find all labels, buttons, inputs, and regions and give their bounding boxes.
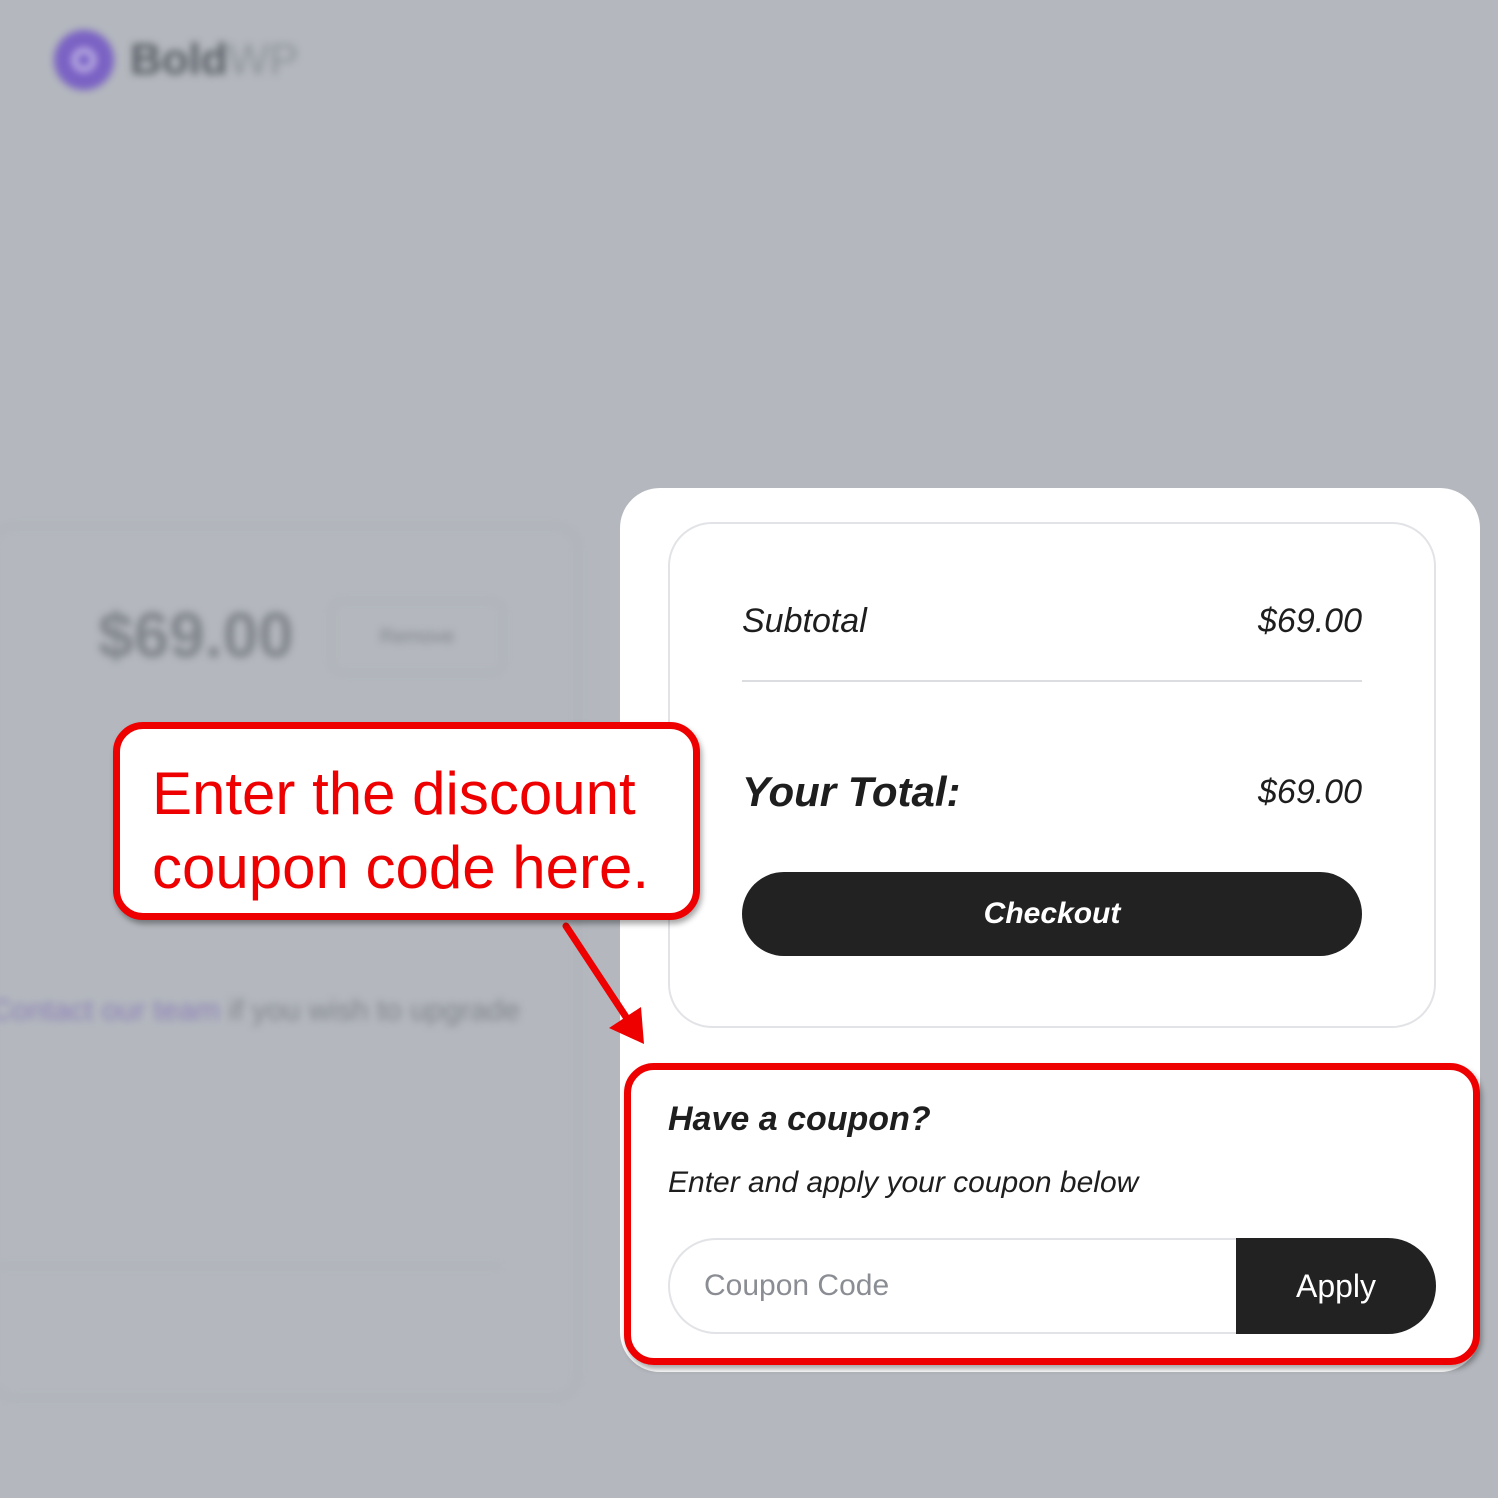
- background-price: $69.00: [98, 599, 294, 671]
- logo-icon: [54, 30, 114, 90]
- total-row: Your Total: $69.00: [742, 768, 1362, 816]
- background-divider: [0, 1265, 500, 1267]
- total-label: Your Total:: [742, 768, 961, 815]
- subtotal-label: Subtotal: [742, 602, 867, 640]
- callout-line-1: Enter the discount: [152, 760, 636, 827]
- callout-bubble: Enter the discount coupon code here.: [113, 722, 700, 920]
- screenshot-stage: BoldWP $69.00 Remove Contact our team if…: [0, 0, 1498, 1498]
- order-summary: Subtotal $69.00 Your Total: $69.00 Check…: [668, 522, 1436, 1028]
- checkout-button[interactable]: Checkout: [742, 872, 1362, 956]
- logo-text: BoldWP: [130, 35, 299, 84]
- background-remove-button: Remove: [330, 600, 504, 674]
- coupon-highlight-box: [624, 1063, 1480, 1365]
- site-logo: BoldWP: [54, 30, 299, 90]
- summary-divider: [742, 680, 1362, 682]
- subtotal-row: Subtotal $69.00: [742, 602, 1362, 641]
- subtotal-value: $69.00: [1258, 602, 1362, 640]
- background-upgrade-text: Contact our team if you wish to upgrade: [0, 994, 521, 1027]
- callout-line-2: coupon code here.: [152, 834, 650, 901]
- total-value: $69.00: [1258, 772, 1362, 811]
